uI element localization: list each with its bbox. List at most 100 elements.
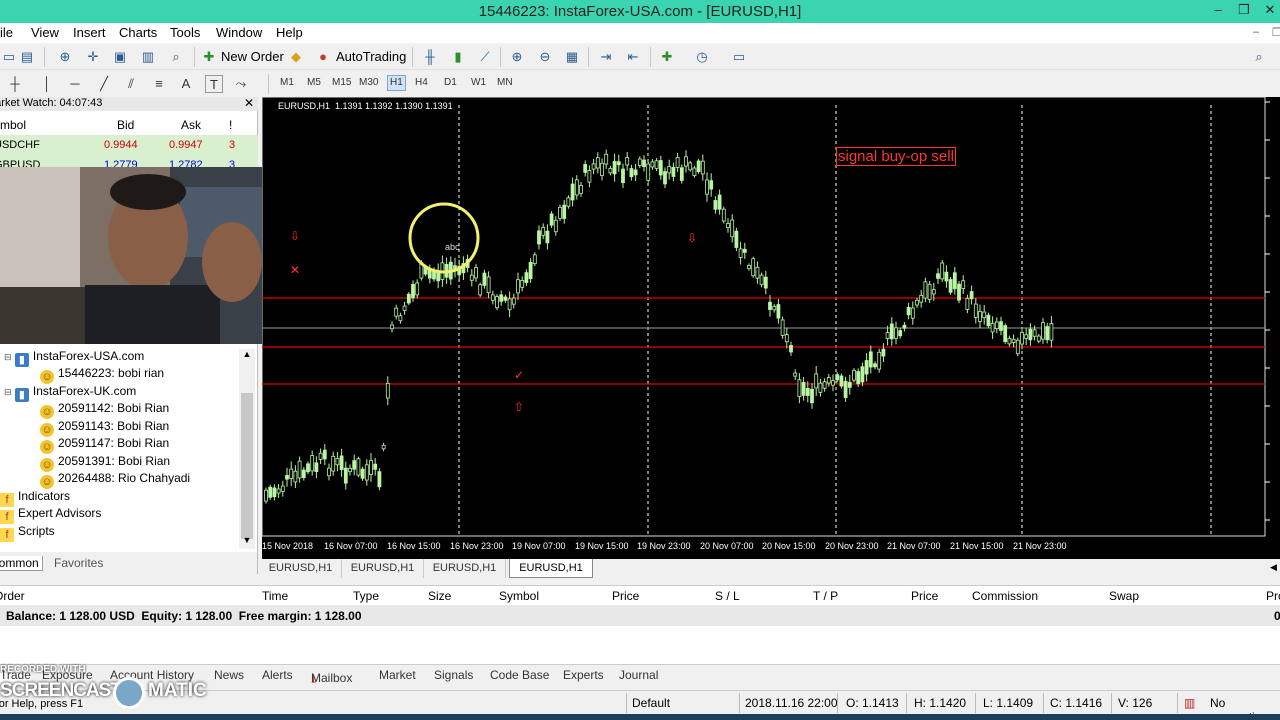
nav-item-server[interactable]: ⊟ ▮ InstaForex-USA.com [4,349,144,367]
zoom-in-icon[interactable]: ⊕ [508,48,526,66]
timeframe-w1[interactable]: W1 [471,77,486,88]
line-chart-icon[interactable]: ⟋ [476,48,494,66]
profiles-icon[interactable]: ▤ [18,48,36,66]
close-button[interactable]: ✕ [1258,2,1280,20]
col-symbol[interactable]: Symbol [499,589,539,603]
scroll-up-icon[interactable]: ▲ [239,349,255,363]
tab-journal[interactable]: Journal [619,668,658,682]
tab-alerts[interactable]: Alerts [262,668,293,682]
status-profile[interactable]: Default [632,696,670,710]
chart-tab[interactable]: EURUSD,H1 [342,559,424,578]
new-chart-icon[interactable]: ▭ [0,48,18,66]
market-watch-row[interactable]: USDCHF 0.9944 0.9947 3 [0,135,258,155]
tab-market[interactable]: Market [379,668,416,682]
col-tp[interactable]: T / P [813,589,838,603]
chart-tab[interactable]: EURUSD,H1 [260,559,342,578]
templates-icon[interactable]: ▭ [730,48,748,66]
chart-tab[interactable]: EURUSD,H1 [424,559,506,578]
arrows-icon[interactable]: ⤳ [232,75,250,93]
menu-charts[interactable]: Charts [119,25,157,40]
col-price-current[interactable]: Price [911,589,938,603]
timeframe-h4[interactable]: H4 [415,77,428,88]
col-size[interactable]: Size [428,589,451,603]
col-symbol[interactable]: Symbol [0,118,26,132]
crosshair-icon[interactable]: ┼ [6,75,24,93]
col-bid[interactable]: Bid [117,118,134,132]
trendline-icon[interactable]: ╱ [95,75,113,93]
signal-annotation[interactable]: signal buy-op sell [836,147,956,166]
market-watch-icon[interactable]: ⊕ [56,48,74,66]
menu-view[interactable]: View [31,25,59,40]
child-restore-icon[interactable]: ❐ [1272,26,1280,39]
market-watch-close-icon[interactable]: ✕ [244,96,254,110]
vertical-line-icon[interactable]: │ [38,75,56,93]
col-commission[interactable]: Commission [972,589,1038,603]
nav-item-account[interactable]: ☺ 20591142: Bobi Rian [40,401,169,419]
timeframe-mn[interactable]: MN [497,77,513,88]
col-spread[interactable]: ! [229,118,232,132]
equidistant-channel-icon[interactable]: ⫽ [122,75,140,93]
col-type[interactable]: Type [353,589,379,603]
timeframe-m30[interactable]: M30 [359,77,378,88]
new-order-button[interactable]: New Order [221,49,284,64]
timeframe-h1[interactable]: H1 [387,75,406,91]
search-icon[interactable]: ⌕ [1250,48,1268,66]
fibonacci-icon[interactable]: ≡ [150,75,168,93]
balance-row[interactable]: Balance: 1 128.00 USD Equity: 1 128.00 F… [0,605,1280,626]
menu-help[interactable]: Help [276,25,303,40]
autotrading-button[interactable]: AutoTrading [336,49,406,64]
price-chart[interactable]: ⇩ ⇧ ✓ ⇩ ✕ 15 Nov 2018 16 Nov 07:00 16 Nov 15:00… [262,97,1280,559]
child-minimize-icon[interactable]: – [1253,26,1259,38]
menu-tools[interactable]: Tools [170,25,200,40]
col-price[interactable]: Price [612,589,639,603]
col-ask[interactable]: Ask [181,118,201,132]
col-profit[interactable]: Profit [1266,589,1280,603]
nav-item-expert-advisors[interactable]: f Expert Advisors [0,506,101,524]
tile-windows-icon[interactable]: ▦ [563,48,581,66]
nav-item-account[interactable]: ☺ 20264488: Rio Chahyadi [40,471,190,489]
navigator-scrollbar[interactable]: ▲ ▼ [239,349,255,549]
nav-item-account[interactable]: ☺ 20591147: Bobi Rian [40,436,169,454]
bar-chart-icon[interactable]: ╫ [421,48,439,66]
metaeditor-icon[interactable]: ◆ [287,48,305,66]
indicators-icon[interactable]: ✚ [658,48,676,66]
col-order[interactable]: Order [0,589,25,603]
col-swap[interactable]: Swap [1109,589,1139,603]
candlestick-icon[interactable]: ▮ [449,48,467,66]
tab-experts[interactable]: Experts [563,668,604,682]
tab-code-base[interactable]: Code Base [490,668,549,682]
text-icon[interactable]: A [177,75,195,93]
terminal-icon[interactable]: ▥ [139,48,157,66]
maximize-button[interactable]: ❐ [1232,2,1256,20]
strategy-tester-icon[interactable]: ⌕ [167,48,185,66]
col-time[interactable]: Time [262,589,288,603]
chart-shift-icon[interactable]: ⇤ [624,48,642,66]
nav-item-server[interactable]: ⊟ ▮ InstaForex-UK.com [4,384,136,402]
tab-signals[interactable]: Signals [434,668,473,682]
chart-tab-active[interactable]: EURUSD,H1 [509,559,593,578]
timeframe-m1[interactable]: M1 [280,77,294,88]
timeframe-d1[interactable]: D1 [444,77,457,88]
text-label-icon[interactable]: T [205,75,223,93]
navigator-icon[interactable]: ▣ [111,48,129,66]
nav-item-account[interactable]: ☺ 20591391: Bobi Rian [40,454,170,472]
nav-item-indicators[interactable]: f Indicators [0,489,70,507]
menu-file[interactable]: File [0,25,13,40]
scroll-down-icon[interactable]: ▼ [239,535,255,549]
horizontal-line-icon[interactable]: ─ [66,75,84,93]
timeframe-m15[interactable]: M15 [332,77,351,88]
circle-text-label[interactable]: abc [445,242,460,252]
autotrading-icon[interactable]: ● [314,48,332,66]
scroll-thumb[interactable] [241,393,253,539]
nav-item-account[interactable]: ☺ 20591143: Bobi Rian [40,419,169,437]
menu-window[interactable]: Window [216,25,262,40]
tab-common[interactable]: Common [0,556,43,571]
timeframe-m5[interactable]: M5 [307,77,321,88]
tab-mailbox[interactable]: Mailbox 1 [311,668,352,685]
data-window-icon[interactable]: ✛ [84,48,102,66]
periods-icon[interactable]: ◷ [693,48,711,66]
zoom-out-icon[interactable]: ⊖ [536,48,554,66]
tab-news[interactable]: News [214,668,244,682]
menu-insert[interactable]: Insert [73,25,106,40]
nav-item-account[interactable]: ☺ 15446223: bobi rian [40,366,164,384]
